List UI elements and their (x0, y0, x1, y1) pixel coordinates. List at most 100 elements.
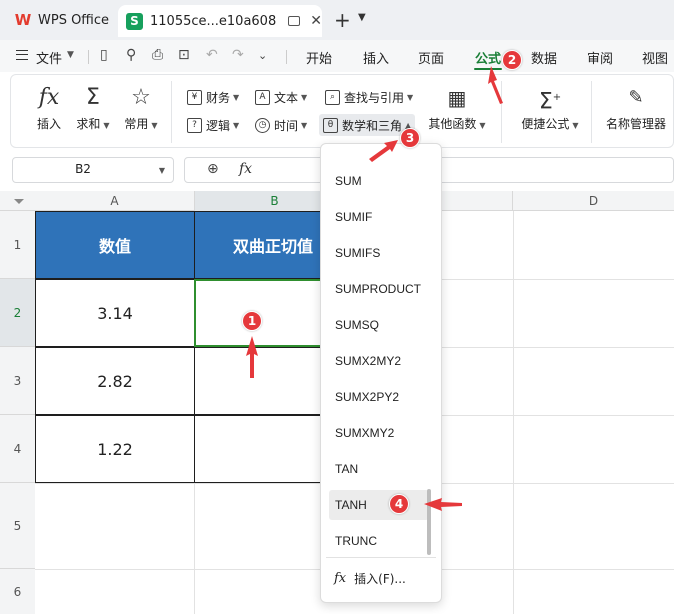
row-header-2[interactable]: 2 (0, 279, 35, 347)
logic-button[interactable]: ? 逻辑 ▼ (187, 114, 239, 136)
annotation-badge-1: 1 (242, 311, 262, 331)
file-menu[interactable]: 文件 (36, 48, 62, 67)
name-box[interactable]: B2 ▼ (12, 157, 174, 183)
common-label: 常用 ▼ (124, 117, 158, 131)
cell-a4[interactable]: 1.22 (35, 415, 195, 483)
function-item-sumif[interactable]: SUMIF (329, 202, 429, 232)
title-tab-bar: W WPS Office S 11055ce...e10a608 ✕ + ▼ (0, 0, 674, 40)
gridline (513, 211, 514, 614)
spreadsheet-icon: S (126, 12, 143, 30)
name-manager-label: 名称管理器 (605, 117, 666, 131)
window-mode-icon[interactable] (288, 16, 301, 26)
function-item-tan[interactable]: TAN (329, 454, 429, 484)
function-item-trunc[interactable]: TRUNC (329, 526, 429, 556)
cell-b3[interactable] (194, 347, 326, 415)
name-box-value: B2 (75, 162, 91, 176)
dropdown-scrollbar[interactable] (427, 489, 431, 555)
lookup-reference-button[interactable]: ⌕ 查找与引用 ▼ (325, 86, 413, 108)
quick-formula-label: 便捷公式 ▼ (521, 117, 579, 131)
logic-icon: ? (187, 117, 202, 133)
print-icon[interactable]: ⎙ (152, 47, 163, 63)
sigma-icon: Σ (86, 85, 100, 110)
datetime-button[interactable]: ◷ 时间 ▼ (255, 114, 307, 136)
cell-a3[interactable]: 2.82 (35, 347, 195, 415)
annotation-badge-3: 3 (400, 128, 420, 148)
function-item-sumx2my2[interactable]: SUMX2MY2 (329, 346, 429, 376)
name-manager-button[interactable]: ✎ 名称管理器 (605, 83, 667, 143)
fx-icon[interactable]: fx (239, 161, 252, 177)
text-button[interactable]: A 文本 ▼ (255, 86, 307, 108)
annotation-badge-2: 2 (502, 50, 522, 70)
divider (326, 557, 436, 558)
function-item-tanh[interactable]: TANH (329, 490, 429, 520)
tab-view[interactable]: 视图 (642, 48, 668, 67)
column-header-a[interactable]: A (35, 191, 195, 211)
chevron-down-icon[interactable]: ▼ (159, 166, 165, 175)
chevron-down-icon[interactable]: ⌄ (258, 49, 267, 62)
chevron-down-icon[interactable]: ▼ (358, 12, 366, 23)
math-icon: θ (323, 117, 338, 133)
document-title: 11055ce...e10a608 (150, 13, 277, 29)
tab-home[interactable]: 开始 (306, 48, 332, 67)
tab-formulas[interactable]: 公式 (475, 48, 501, 67)
close-tab-icon[interactable]: ✕ (310, 13, 322, 29)
document-tab[interactable]: S 11055ce...e10a608 ✕ (118, 5, 322, 37)
tab-insert[interactable]: 插入 (363, 48, 389, 67)
column-header-d[interactable]: D (513, 191, 674, 211)
function-item-sumx2py2[interactable]: SUMX2PY2 (329, 382, 429, 412)
fx-icon: fx (334, 570, 347, 586)
insert-function-button[interactable]: fx 插入 (29, 83, 69, 143)
function-item-sumsq[interactable]: SUMSQ (329, 310, 429, 340)
share-icon[interactable]: ⚲ (126, 47, 136, 63)
undo-icon[interactable]: ↶ (206, 47, 218, 63)
finance-icon: ¥ (187, 89, 202, 105)
function-item-sum[interactable]: SUM (329, 166, 429, 196)
print-preview-icon[interactable]: ⊡ (178, 47, 190, 63)
divider (591, 81, 592, 143)
redo-icon[interactable]: ↷ (232, 47, 244, 63)
function-item-sumifs[interactable]: SUMIFS (329, 238, 429, 268)
insert-function-menu-item[interactable]: fx 插入(F)... (334, 567, 406, 589)
table-header-tanh[interactable]: 双曲正切值 (194, 211, 326, 279)
cell-a2[interactable]: 3.14 (35, 279, 195, 347)
divider (171, 81, 172, 143)
table-header-value[interactable]: 数值 (35, 211, 195, 279)
new-tab-icon[interactable]: + (334, 8, 351, 32)
function-item-sumxmy2[interactable]: SUMXMY2 (329, 418, 429, 448)
star-icon: ☆ (131, 85, 151, 110)
row-header-1[interactable]: 1 (0, 211, 35, 279)
divider (501, 81, 502, 143)
row-header-5[interactable]: 5 (0, 483, 35, 569)
select-all-corner[interactable] (14, 199, 24, 204)
autosum-button[interactable]: Σ 求和 ▼ (73, 83, 113, 143)
clock-icon: ◷ (255, 117, 270, 133)
active-tab-indicator (474, 68, 502, 70)
function-item-sumproduct[interactable]: SUMPRODUCT (329, 274, 429, 304)
annotation-badge-4: 4 (389, 494, 409, 514)
insert-function-label: 插入 (36, 117, 61, 131)
tab-page[interactable]: 页面 (418, 48, 444, 67)
wps-logo-icon: W (14, 11, 32, 29)
wps-home-tab[interactable]: W WPS Office (0, 4, 112, 36)
fx-icon: fx (38, 85, 60, 110)
tab-data[interactable]: 数据 (531, 48, 557, 67)
quick-formula-button[interactable]: Σ+ 便捷公式 ▼ (519, 83, 581, 143)
cell-b4[interactable] (194, 415, 326, 483)
hamburger-menu-icon[interactable] (16, 50, 28, 60)
chevron-down-icon[interactable]: ▼ (67, 50, 74, 60)
row-header-4[interactable]: 4 (0, 415, 35, 483)
finance-button[interactable]: ¥ 财务 ▼ (187, 86, 239, 108)
common-functions-button[interactable]: ☆ 常用 ▼ (119, 83, 163, 143)
row-header-6[interactable]: 6 (0, 569, 35, 614)
sigma-plus-icon: Σ+ (538, 89, 562, 115)
tab-review[interactable]: 审阅 (587, 48, 613, 67)
save-icon[interactable]: ▯ (100, 47, 108, 63)
math-functions-dropdown: SUM SUMIF SUMIFS SUMPRODUCT SUMSQ SUMX2M… (320, 143, 442, 603)
zoom-icon[interactable]: ⊕ (207, 161, 219, 177)
divider (286, 50, 287, 64)
autosum-label: 求和 ▼ (76, 117, 110, 131)
text-icon: A (255, 89, 270, 105)
other-functions-button[interactable]: ▦ 其他函数 ▼ (425, 83, 489, 143)
app-name: WPS Office (38, 12, 110, 28)
row-header-3[interactable]: 3 (0, 347, 35, 415)
